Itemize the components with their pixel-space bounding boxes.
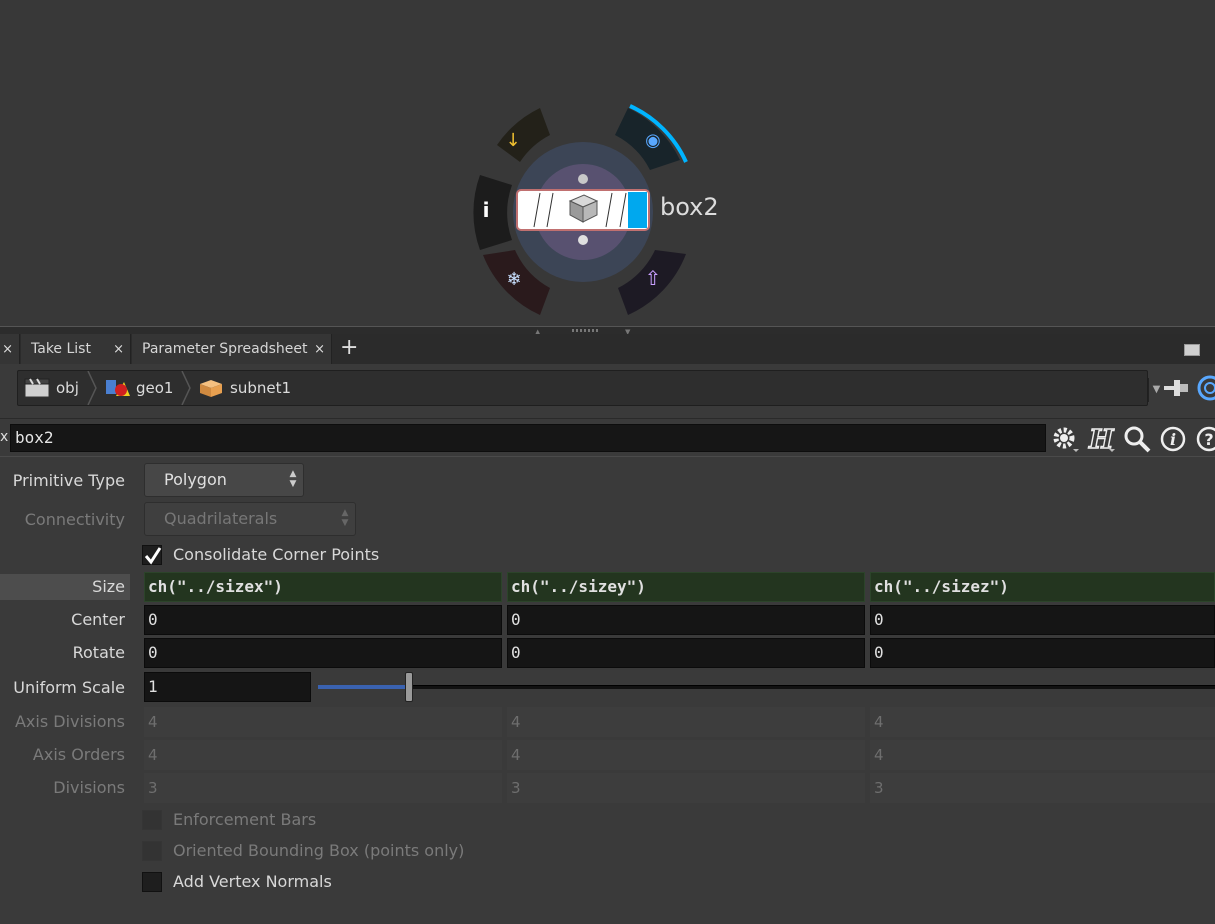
info-icon: i (483, 198, 490, 222)
divisions-y-field[interactable]: 3 (507, 773, 865, 803)
size-x-field[interactable]: ch("../sizex") (144, 572, 502, 602)
size-y-field[interactable]: ch("../sizey") (507, 572, 865, 602)
size-label: Size (92, 577, 125, 596)
primitive-type-label: Primitive Type (12, 471, 125, 490)
geometry-icon (106, 380, 130, 396)
tab-parameters[interactable]: × (0, 334, 20, 364)
enforcement-bars-label: Enforcement Bars (173, 810, 317, 829)
subnet-box-icon (200, 380, 222, 397)
oriented-bbox-checkbox[interactable] (142, 841, 162, 861)
rotate-x-field[interactable]: 0 (144, 638, 502, 668)
tab-label: Take List (31, 341, 91, 357)
crumb-obj[interactable]: obj (24, 371, 79, 405)
axis-orders-y-field[interactable]: 4 (507, 740, 865, 770)
rotate-label: Rotate (72, 643, 125, 662)
axis-orders-label: Axis Orders (32, 745, 125, 764)
clapper-icon (24, 378, 50, 398)
arrow-down-icon: ↓ (505, 130, 520, 151)
axis-divisions-z-field[interactable]: 4 (870, 707, 1215, 737)
consolidate-label: Consolidate Corner Points (173, 545, 380, 564)
oriented-bbox-label: Oriented Bounding Box (points only) (173, 841, 465, 860)
input-connector[interactable] (578, 174, 588, 184)
crumb-geo1[interactable]: geo1 (104, 371, 173, 405)
size-z-field[interactable]: ch("../sizez") (870, 572, 1215, 602)
primitive-type-menu[interactable]: Polygon ▲ ▼ (144, 463, 304, 497)
node-name-field[interactable]: box2 (10, 424, 1046, 452)
axis-divisions-y-field[interactable]: 4 (507, 707, 865, 737)
axis-divisions-label: Axis Divisions (14, 712, 125, 731)
help-icon[interactable]: ? (1195, 425, 1215, 453)
crumb-separator-icon (181, 371, 191, 405)
svg-text:?: ? (1204, 430, 1213, 449)
node-ring: ↓ i ❄ ◉ ⇧ (473, 104, 688, 315)
tab-close-icon[interactable]: × (314, 342, 325, 357)
crumb-label: subnet1 (230, 379, 292, 397)
axis-orders-z-field[interactable]: 4 (870, 740, 1215, 770)
svg-text:H: H (1088, 425, 1115, 453)
uniform-scale-slider[interactable] (318, 685, 1215, 689)
consolidate-checkbox[interactable] (142, 545, 162, 565)
crumb-separator-icon (87, 371, 97, 405)
link-icon[interactable] (1196, 374, 1215, 402)
spinner-arrows-icon: ▲ ▼ (289, 469, 297, 489)
gear-icon[interactable] (1051, 425, 1079, 453)
axis-divisions-x-field[interactable]: 4 (144, 707, 502, 737)
enforcement-bars-checkbox[interactable] (142, 810, 162, 830)
network-path[interactable]: obj geo1 subnet1 ▼ (17, 370, 1160, 406)
rotate-y-field[interactable]: 0 (507, 638, 865, 668)
uniform-scale-label: Uniform Scale (13, 678, 125, 697)
add-tab-button[interactable]: + (340, 337, 358, 359)
houdini-help-icon[interactable]: H (1087, 425, 1115, 453)
parameter-pane: Primitive Type Polygon ▲ ▼ Connectivity Q… (0, 456, 1215, 924)
rotate-z-field[interactable]: 0 (870, 638, 1215, 668)
svg-text:i: i (1170, 430, 1176, 449)
divisions-x-field[interactable]: 3 (144, 773, 502, 803)
center-x-field[interactable]: 0 (144, 605, 502, 635)
connectivity-menu[interactable]: Quadrilaterals ▲ ▼ (144, 502, 356, 536)
crumb-label: obj (56, 379, 79, 397)
connectivity-value: Quadrilaterals (164, 509, 278, 528)
template-icon: ⇧ (645, 266, 662, 290)
divider-grip[interactable] (572, 329, 600, 332)
add-vertex-normals-checkbox[interactable] (142, 872, 162, 892)
uniform-scale-slider-handle[interactable] (405, 672, 413, 702)
uniform-scale-slider-fill (318, 685, 410, 689)
info-flag[interactable] (473, 175, 512, 250)
divisions-z-field[interactable]: 3 (870, 773, 1215, 803)
checkmark-icon (144, 547, 162, 565)
maximize-pane-button[interactable] (1184, 344, 1200, 356)
tab-close-icon[interactable]: × (2, 342, 13, 357)
pane-tab-bar: × Take List × Parameter Spreadsheet × + (0, 334, 1215, 364)
center-y-field[interactable]: 0 (507, 605, 865, 635)
center-label: Center (71, 610, 125, 629)
tab-parameter-spreadsheet[interactable]: Parameter Spreadsheet × (132, 334, 332, 364)
info-icon[interactable]: i (1159, 425, 1187, 453)
snowflake-icon: ❄ (506, 269, 521, 290)
node-name-label: box2 (660, 193, 719, 221)
eye-icon: ◉ (645, 130, 661, 151)
spinner-arrows-icon: ▲ ▼ (341, 508, 349, 528)
pin-icon[interactable] (1162, 374, 1190, 402)
crumb-subnet1[interactable]: subnet1 (198, 371, 291, 405)
network-editor[interactable]: ↓ i ❄ ◉ ⇧ box2 (0, 0, 1215, 326)
node-name-bar: x box2 H i ? (0, 418, 1215, 456)
tab-label: Parameter Spreadsheet (142, 341, 308, 357)
search-icon[interactable] (1123, 425, 1151, 453)
divisions-label: Divisions (53, 778, 125, 797)
add-vertex-normals-label: Add Vertex Normals (173, 872, 332, 891)
primitive-type-value: Polygon (164, 470, 227, 489)
tab-close-icon[interactable]: × (113, 342, 124, 357)
center-z-field[interactable]: 0 (870, 605, 1215, 635)
axis-orders-x-field[interactable]: 4 (144, 740, 502, 770)
node-type-label: x (0, 429, 9, 445)
tab-take-list[interactable]: Take List × (21, 334, 131, 364)
uniform-scale-field[interactable]: 1 (144, 672, 311, 702)
connectivity-label: Connectivity (24, 510, 125, 529)
pane-divider[interactable]: ▲ ▼ (0, 326, 1215, 336)
path-bar: obj geo1 subnet1 ▼ (0, 364, 1215, 412)
output-connector[interactable] (578, 235, 588, 245)
crumb-label: geo1 (136, 379, 174, 397)
